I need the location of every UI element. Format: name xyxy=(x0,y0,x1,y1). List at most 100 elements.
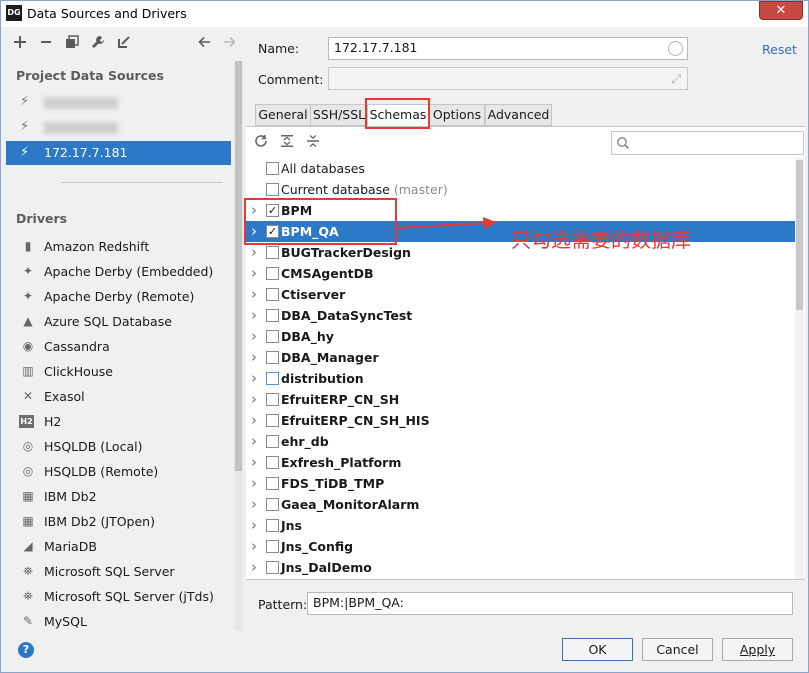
chevron-right-icon[interactable]: › xyxy=(248,305,260,326)
left-scrollbar[interactable] xyxy=(234,61,243,631)
chevron-right-icon[interactable]: › xyxy=(248,242,260,263)
driver-item[interactable]: ✎ MySQL xyxy=(16,609,231,634)
schema-checkbox[interactable] xyxy=(266,393,279,406)
schema-row[interactable]: All databases xyxy=(246,158,795,179)
expand-icon[interactable]: ⤢ xyxy=(671,69,681,89)
wrench-icon[interactable] xyxy=(89,31,107,53)
refresh-icon[interactable] xyxy=(253,134,269,150)
chevron-right-icon[interactable]: › xyxy=(248,515,260,536)
schema-checkbox[interactable] xyxy=(266,351,279,364)
driver-item[interactable]: ◉ Cassandra xyxy=(16,334,231,359)
schema-row[interactable]: › ehr_db xyxy=(246,431,795,452)
schema-row[interactable]: › FDS_TiDB_TMP xyxy=(246,473,795,494)
schemas-scrollbar[interactable] xyxy=(795,158,804,579)
schema-row[interactable]: › CMSAgentDB xyxy=(246,263,795,284)
ok-button[interactable]: OK xyxy=(562,638,633,661)
schema-row[interactable]: › Jns xyxy=(246,515,795,536)
chevron-right-icon[interactable]: › xyxy=(248,368,260,389)
schemas-scrollbar-thumb[interactable] xyxy=(796,160,803,310)
duplicate-icon[interactable] xyxy=(63,31,81,53)
driver-item[interactable]: ◎ HSQLDB (Local) xyxy=(16,434,231,459)
schema-checkbox[interactable] xyxy=(266,330,279,343)
add-icon[interactable] xyxy=(11,31,29,53)
reset-link[interactable]: Reset xyxy=(762,42,797,57)
schema-checkbox[interactable] xyxy=(266,519,279,532)
tab-ssh-ssl[interactable]: SSH/SSL xyxy=(310,104,368,126)
driver-item[interactable]: ◢ MariaDB xyxy=(16,534,231,559)
driver-item[interactable]: ⛯ Microsoft SQL Server xyxy=(16,559,231,584)
chevron-right-icon[interactable]: › xyxy=(248,494,260,515)
import-icon[interactable] xyxy=(115,31,133,53)
color-circle-icon[interactable] xyxy=(668,41,683,56)
driver-item[interactable]: ▲ Azure SQL Database xyxy=(16,309,231,334)
data-source-item[interactable]: ⚡ xyxy=(6,115,231,139)
schema-checkbox[interactable] xyxy=(266,309,279,322)
driver-item[interactable]: ✕ Exasol xyxy=(16,384,231,409)
schema-row[interactable]: › distribution xyxy=(246,368,795,389)
schema-row[interactable]: › EfruitERP_CN_SH xyxy=(246,389,795,410)
apply-button[interactable]: Apply xyxy=(722,638,793,661)
data-source-item-selected[interactable]: ⚡ 172.17.7.181 xyxy=(6,141,231,165)
schema-row[interactable]: › Exfresh_Platform xyxy=(246,452,795,473)
schema-checkbox[interactable] xyxy=(266,372,279,385)
schema-checkbox[interactable] xyxy=(266,477,279,490)
forward-arrow-icon[interactable] xyxy=(221,31,239,53)
schema-row[interactable]: › Jns_DalDemo xyxy=(246,557,795,578)
schema-checkbox[interactable] xyxy=(266,414,279,427)
driver-item[interactable]: ▮ Amazon Redshift xyxy=(16,234,231,259)
schema-checkbox[interactable] xyxy=(266,162,279,175)
tab-options[interactable]: Options xyxy=(429,104,485,126)
expand-all-icon[interactable] xyxy=(279,134,295,150)
pattern-input[interactable]: BPM:|BPM_QA: xyxy=(307,592,793,615)
comment-input[interactable]: ⤢ xyxy=(328,67,688,90)
schema-checkbox[interactable] xyxy=(266,540,279,553)
chevron-right-icon[interactable]: › xyxy=(248,389,260,410)
chevron-right-icon[interactable]: › xyxy=(248,284,260,305)
chevron-right-icon[interactable]: › xyxy=(248,347,260,368)
chevron-right-icon[interactable]: › xyxy=(248,326,260,347)
schema-row[interactable]: › DBA_DataSyncTest xyxy=(246,305,795,326)
chevron-right-icon[interactable]: › xyxy=(248,263,260,284)
driver-item[interactable]: ▥ ClickHouse xyxy=(16,359,231,384)
driver-item[interactable]: ✦ Apache Derby (Embedded) xyxy=(16,259,231,284)
driver-item[interactable]: ✦ Apache Derby (Remote) xyxy=(16,284,231,309)
chevron-right-icon[interactable]: › xyxy=(248,557,260,578)
schema-row[interactable]: › DBA_Manager xyxy=(246,347,795,368)
name-input[interactable]: 172.17.7.181 xyxy=(328,37,688,60)
schema-checkbox[interactable] xyxy=(266,498,279,511)
tab-general[interactable]: General xyxy=(255,104,311,126)
close-button[interactable]: ✕ xyxy=(759,1,803,20)
driver-item[interactable]: ◎ HSQLDB (Remote) xyxy=(16,459,231,484)
tab-advanced[interactable]: Advanced xyxy=(485,104,552,126)
chevron-right-icon[interactable]: › xyxy=(248,431,260,452)
schema-row[interactable]: › Jns_Config xyxy=(246,536,795,557)
driver-item[interactable]: ⛯ Microsoft SQL Server (jTds) xyxy=(16,584,231,609)
data-source-item[interactable]: ⚡ xyxy=(6,90,231,114)
cancel-button[interactable]: Cancel xyxy=(642,638,713,661)
back-arrow-icon[interactable] xyxy=(195,31,213,53)
schema-checkbox[interactable] xyxy=(266,267,279,280)
schema-checkbox[interactable] xyxy=(266,246,279,259)
schema-row[interactable]: › DBA_hy xyxy=(246,326,795,347)
schema-checkbox[interactable] xyxy=(266,561,279,574)
chevron-right-icon[interactable]: › xyxy=(248,410,260,431)
remove-icon[interactable] xyxy=(37,31,55,53)
driver-item[interactable]: H2 H2 xyxy=(16,409,231,434)
schema-checkbox[interactable] xyxy=(266,456,279,469)
chevron-right-icon[interactable]: › xyxy=(248,473,260,494)
schema-row[interactable]: Current database (master) xyxy=(246,179,795,200)
schema-checkbox[interactable] xyxy=(266,288,279,301)
collapse-all-icon[interactable] xyxy=(305,134,321,150)
schema-row[interactable]: › Ctiserver xyxy=(246,284,795,305)
left-scrollbar-thumb[interactable] xyxy=(235,61,242,471)
schema-row[interactable]: › EfruitERP_CN_SH_HIS xyxy=(246,410,795,431)
help-icon[interactable]: ? xyxy=(18,642,34,658)
schema-row[interactable]: › Gaea_MonitorAlarm xyxy=(246,494,795,515)
driver-item[interactable]: ▦ IBM Db2 (JTOpen) xyxy=(16,509,231,534)
schema-checkbox[interactable] xyxy=(266,183,279,196)
driver-item[interactable]: ▦ IBM Db2 xyxy=(16,484,231,509)
schema-checkbox[interactable] xyxy=(266,435,279,448)
chevron-right-icon[interactable]: › xyxy=(248,536,260,557)
chevron-right-icon[interactable]: › xyxy=(248,452,260,473)
schemas-search-input[interactable] xyxy=(611,131,804,155)
